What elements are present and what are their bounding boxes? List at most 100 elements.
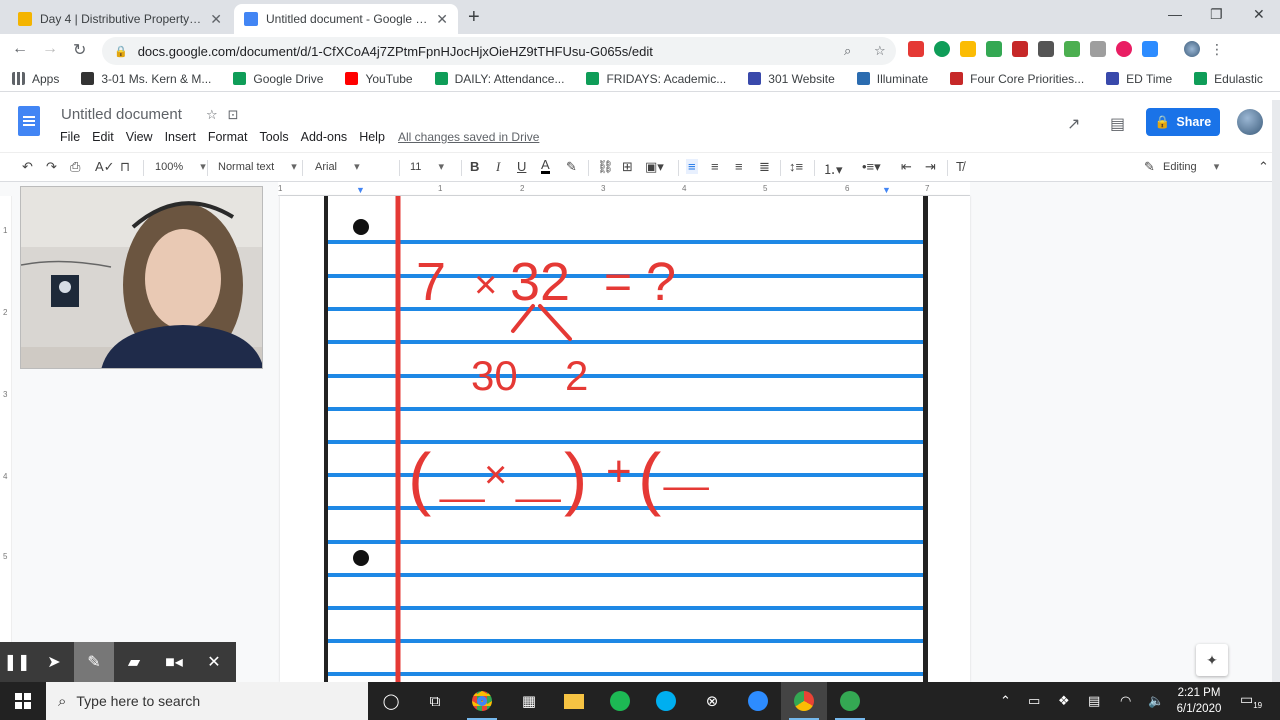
explore-button[interactable]: ✦ [1196, 644, 1228, 676]
zoom-select[interactable]: 100% [155, 160, 206, 173]
reload-icon[interactable]: ↻ [73, 40, 86, 60]
collapse-toolbar-icon[interactable]: ⌃ [1258, 159, 1269, 175]
align-right-icon[interactable]: ≡ [735, 159, 743, 174]
bookmark-four-core[interactable]: Four Core Priorities... [950, 72, 1084, 86]
menu-tools[interactable]: Tools [259, 130, 288, 144]
notification-center-icon[interactable]: ▭19 [1240, 691, 1262, 710]
chrome-taskbar-icon[interactable] [459, 682, 505, 720]
bookmark-apps[interactable]: Apps [12, 72, 59, 86]
pen-icon[interactable]: ✎ [74, 642, 114, 682]
pointer-icon[interactable]: ➤ [34, 642, 74, 682]
close-icon[interactable]: ✕ [194, 642, 234, 682]
dropbox-icon[interactable]: ❖ [1058, 693, 1070, 709]
star-icon[interactable]: ☆ [206, 107, 218, 123]
extension-icon[interactable] [1090, 41, 1106, 57]
forward-icon[interactable]: → [42, 40, 58, 58]
chrome-profile-taskbar-icon[interactable] [781, 682, 827, 720]
taskbar-search-input[interactable]: ⌕ Type here to search [46, 682, 368, 720]
highlighter-icon[interactable]: ▰ [114, 642, 154, 682]
spotify-icon[interactable] [597, 682, 643, 720]
text-color-icon[interactable]: A [541, 158, 550, 174]
zoom-app-icon[interactable] [735, 682, 781, 720]
system-clock[interactable]: 2:21 PM 6/1/2020 [1170, 685, 1228, 717]
spellcheck-icon[interactable]: A✓ [95, 159, 115, 175]
menu-add-ons[interactable]: Add-ons [301, 130, 348, 144]
drive-icon[interactable] [960, 41, 976, 57]
back-icon[interactable]: ← [12, 40, 28, 58]
close-tab-icon[interactable]: ✕ [436, 11, 448, 28]
tab-distributive-property[interactable]: Day 4 | Distributive Property - 2D ✕ [8, 4, 232, 34]
print-icon[interactable]: ⎙ [70, 159, 80, 175]
font-select[interactable]: Arial [315, 160, 389, 173]
address-bar[interactable]: 🔒 docs.google.com/document/d/1-CfXCoA4j7… [102, 37, 896, 65]
new-tab-button[interactable]: + [468, 6, 480, 29]
insert-image-icon[interactable]: ▣▾ [645, 159, 664, 175]
bookmark-edulastic[interactable]: Edulastic [1194, 72, 1263, 86]
menu-help[interactable]: Help [359, 130, 385, 144]
maximize-icon[interactable]: ❐ [1210, 6, 1223, 23]
paint-format-icon[interactable]: ⊓ [120, 159, 130, 175]
italic-icon[interactable]: I [496, 159, 500, 175]
link-icon[interactable]: ⛓ [597, 159, 614, 175]
cortana-icon[interactable]: ◯ [368, 682, 414, 720]
extension-icon[interactable] [1116, 41, 1132, 57]
font-size-select[interactable]: 11 [410, 160, 444, 173]
volume-icon[interactable]: 🔈 [1148, 693, 1164, 709]
extension-icon[interactable] [1064, 41, 1080, 57]
classroom-icon[interactable] [986, 41, 1002, 57]
webcam-overlay[interactable] [20, 186, 263, 369]
left-indent-marker[interactable]: ▼ [356, 185, 365, 195]
share-button[interactable]: 🔒 Share [1146, 108, 1220, 136]
account-avatar[interactable] [1237, 109, 1263, 135]
bookmark-301-website[interactable]: 301 Website [748, 72, 835, 86]
add-comment-icon[interactable]: ⊞ [622, 159, 633, 175]
clear-formatting-icon[interactable]: T̸ [956, 159, 964, 174]
bold-icon[interactable]: B [470, 159, 479, 174]
bookmark-google-drive[interactable]: Google Drive [233, 72, 323, 86]
close-tab-icon[interactable]: ✕ [210, 11, 222, 28]
battery-icon[interactable]: ▭ [1028, 693, 1040, 709]
pdf-icon[interactable] [1012, 41, 1028, 57]
camera-icon[interactable]: ■◂ [154, 642, 194, 682]
pause-icon[interactable]: ❚❚ [0, 642, 34, 682]
align-center-icon[interactable]: ≡ [711, 159, 719, 174]
tab-untitled-document[interactable]: Untitled document - Google Docs ✕ [234, 4, 458, 34]
save-status[interactable]: All changes saved in Drive [398, 130, 539, 144]
bookmark-illuminate[interactable]: Illuminate [856, 72, 928, 86]
bookmark-fridays-academic[interactable]: FRIDAYS: Academic... [586, 72, 726, 86]
vertical-ruler[interactable]: 1 2 3 4 5 [0, 196, 12, 682]
move-folder-icon[interactable]: ⊡ [228, 107, 239, 123]
right-indent-marker[interactable]: ▼ [882, 185, 891, 195]
decrease-indent-icon[interactable]: ⇤ [901, 159, 912, 175]
extension-icon[interactable] [1038, 41, 1054, 57]
activity-trend-icon[interactable]: ↗ [1067, 114, 1080, 134]
bookmark-star-icon[interactable]: ☆ [874, 43, 886, 59]
style-select[interactable]: Normal text [218, 160, 297, 173]
bookmark-youtube[interactable]: YouTube [345, 72, 413, 86]
extension-icon[interactable] [934, 41, 950, 57]
comments-icon[interactable]: ▤ [1110, 114, 1125, 134]
menu-file[interactable]: File [60, 130, 80, 144]
justify-icon[interactable]: ≣ [759, 159, 770, 175]
underline-icon[interactable]: U [517, 159, 526, 174]
menu-insert[interactable]: Insert [165, 130, 196, 144]
redo-icon[interactable]: ↷ [46, 159, 57, 175]
calculator-icon[interactable]: ▦ [506, 682, 552, 720]
zoom-icon[interactable]: ⌕ [844, 43, 851, 59]
menu-edit[interactable]: Edit [92, 130, 114, 144]
skype-icon[interactable] [643, 682, 689, 720]
increase-indent-icon[interactable]: ⇥ [925, 159, 936, 175]
minimize-icon[interactable]: — [1168, 6, 1182, 22]
document-title[interactable]: Untitled document [61, 106, 182, 123]
menu-view[interactable]: View [126, 130, 153, 144]
start-button[interactable] [0, 682, 46, 720]
bookmark-daily-attendance[interactable]: DAILY: Attendance... [434, 72, 564, 86]
extension-icon[interactable] [908, 41, 924, 57]
docs-home-icon[interactable] [18, 106, 40, 136]
file-explorer-icon[interactable] [551, 682, 597, 720]
line-spacing-icon[interactable]: ↕≡ [789, 159, 803, 174]
classroom-taskbar-icon[interactable] [827, 682, 873, 720]
bookmark-ms-kern[interactable]: 3-01 Ms. Kern & M... [81, 72, 211, 86]
undo-icon[interactable]: ↶ [22, 159, 33, 175]
editing-mode-select[interactable]: Editing [1163, 160, 1243, 173]
